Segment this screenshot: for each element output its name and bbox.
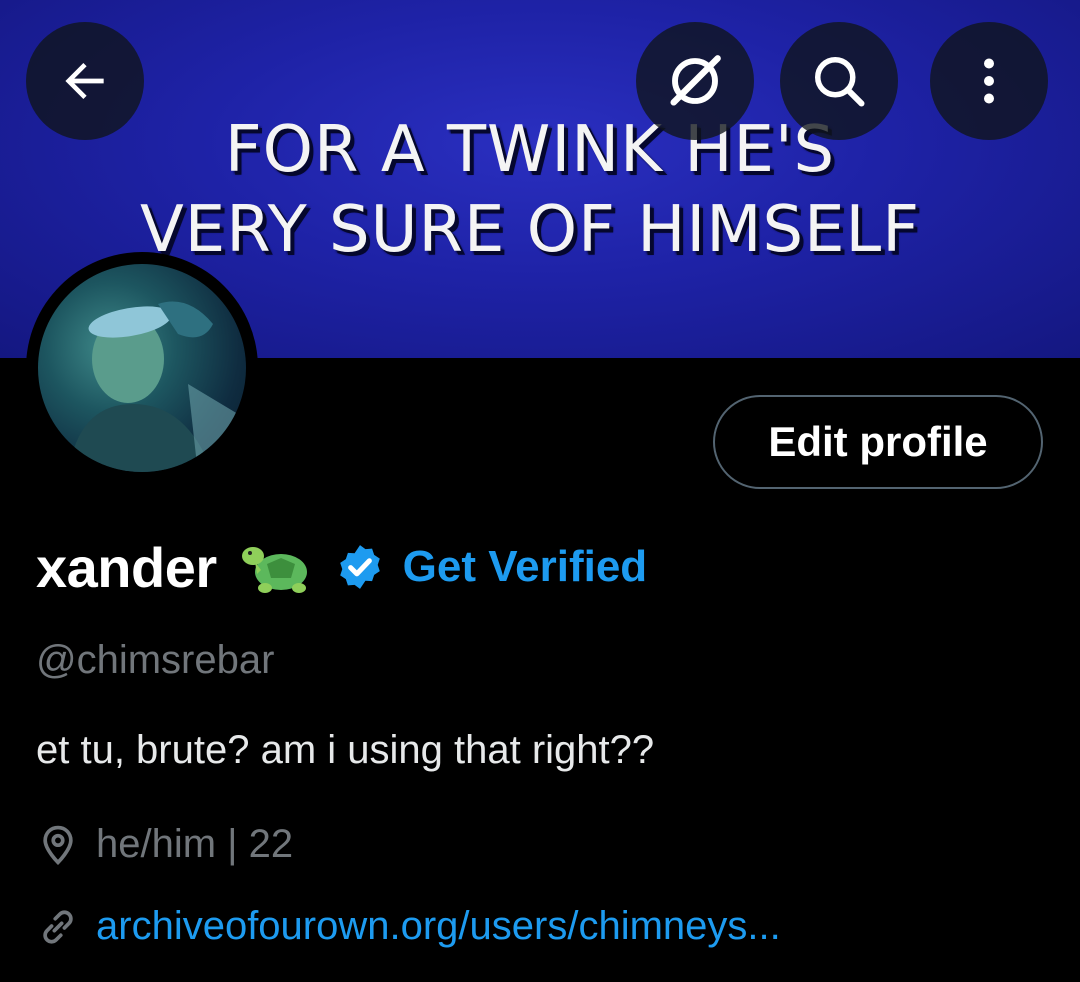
link-icon [43, 910, 73, 943]
avatar[interactable] [38, 264, 246, 472]
get-verified-link[interactable]: Get Verified [403, 542, 648, 592]
turtle-emoji-icon [241, 547, 307, 593]
verified-badge-icon[interactable] [335, 542, 385, 592]
banner-caption: FOR A TWINK HE'S VERY SURE OF HIMSELF [0, 110, 1080, 270]
location-pin-icon [43, 825, 73, 865]
search-button[interactable] [780, 22, 898, 140]
website-row: archiveofourown.org/users/chimneys... [36, 904, 781, 949]
grok-button[interactable] [636, 22, 754, 140]
search-icon [815, 57, 865, 107]
avatar-photo [68, 301, 238, 472]
location-row: he/him | 22 [36, 822, 293, 867]
grok-icon [670, 55, 721, 106]
back-button[interactable] [26, 22, 144, 140]
display-name: xander [36, 535, 217, 599]
more-button[interactable] [930, 22, 1048, 140]
name-row: xander Get Verified [36, 532, 647, 602]
bio: et tu, brute? am i using that right?? [36, 728, 655, 772]
location-text: he/him | 22 [96, 822, 294, 866]
arrow-left-icon [65, 63, 104, 99]
website-link[interactable]: archiveofourown.org/users/chimneys... [96, 904, 781, 949]
handle: @chimsrebar [36, 638, 275, 682]
banner-line-1: FOR A TWINK HE'S [224, 113, 836, 187]
avatar-border[interactable] [26, 252, 258, 484]
edit-profile-button[interactable]: Edit profile [713, 395, 1043, 489]
more-vertical-icon [984, 58, 994, 104]
